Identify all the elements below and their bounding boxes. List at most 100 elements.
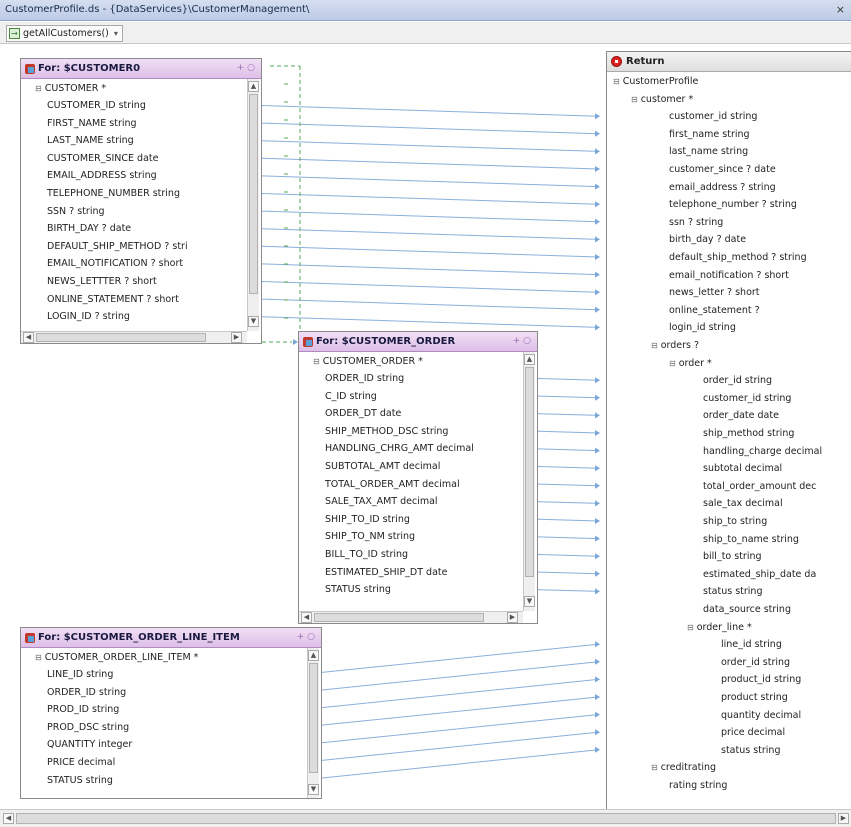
- collapse-icon[interactable]: + ○: [513, 336, 531, 346]
- source-field-row[interactable]: EMAIL_ADDRESS string: [47, 167, 157, 184]
- collapse-toggle-icon[interactable]: ⊟: [651, 341, 658, 350]
- return-tree-row[interactable]: email_address ? string: [669, 179, 776, 196]
- return-tree-row[interactable]: ⊟ creditrating: [651, 759, 716, 776]
- return-tree-row[interactable]: ssn ? string: [669, 214, 723, 231]
- return-tree-row[interactable]: ⊟ order *: [669, 355, 712, 372]
- return-tree-row[interactable]: telephone_number ? string: [669, 196, 797, 213]
- return-tree-row[interactable]: customer_since ? date: [669, 161, 776, 178]
- source-field-row[interactable]: SALE_TAX_AMT decimal: [325, 493, 438, 510]
- vertical-scrollbar[interactable]: ▲ ▼: [247, 79, 259, 331]
- return-tree-row[interactable]: handling_charge decimal: [703, 443, 822, 460]
- source-field-row[interactable]: ORDER_ID string: [47, 684, 126, 701]
- source-field-row[interactable]: BIRTH_DAY ? date: [47, 220, 131, 237]
- scroll-down-icon[interactable]: ▼: [308, 784, 319, 795]
- source-field-row[interactable]: STATUS string: [47, 772, 113, 789]
- collapse-toggle-icon[interactable]: ⊟: [313, 357, 320, 366]
- return-tree-row[interactable]: price decimal: [721, 724, 785, 741]
- source-field-row[interactable]: PROD_ID string: [47, 701, 119, 718]
- return-tree-row[interactable]: status string: [721, 742, 780, 759]
- for-customer-header[interactable]: For: $CUSTOMER0 + ○: [21, 59, 261, 79]
- scroll-thumb[interactable]: [249, 94, 258, 294]
- scroll-down-icon[interactable]: ▼: [248, 316, 259, 327]
- scroll-left-icon[interactable]: ◀: [23, 332, 34, 343]
- scroll-down-icon[interactable]: ▼: [524, 596, 535, 607]
- return-tree-row[interactable]: birth_day ? date: [669, 231, 746, 248]
- scroll-thumb[interactable]: [525, 367, 534, 577]
- return-tree-row[interactable]: ship_method string: [703, 425, 794, 442]
- scroll-right-icon[interactable]: ▶: [231, 332, 242, 343]
- scroll-right-icon[interactable]: ▶: [507, 612, 518, 623]
- return-tree-row[interactable]: product string: [721, 689, 788, 706]
- return-tree-row[interactable]: news_letter ? short: [669, 284, 760, 301]
- return-tree-row[interactable]: default_ship_method ? string: [669, 249, 807, 266]
- tree-element-row[interactable]: ⊟ CUSTOMER_ORDER *: [313, 353, 423, 370]
- source-field-row[interactable]: STATUS string: [325, 581, 391, 598]
- close-icon[interactable]: ×: [836, 3, 845, 16]
- return-tree-row[interactable]: ⊟ order_line *: [687, 619, 752, 636]
- source-field-row[interactable]: HANDLING_CHRG_AMT decimal: [325, 440, 474, 457]
- collapse-icon[interactable]: + ○: [297, 632, 315, 642]
- source-field-row[interactable]: ONLINE_STATEMENT ? short: [47, 291, 179, 308]
- scroll-thumb[interactable]: [314, 613, 484, 622]
- source-field-row[interactable]: SHIP_TO_ID string: [325, 511, 410, 528]
- source-field-row[interactable]: EMAIL_NOTIFICATION ? short: [47, 255, 183, 272]
- source-field-row[interactable]: NEWS_LETTTER ? short: [47, 273, 157, 290]
- source-field-row[interactable]: LOGIN_ID ? string: [47, 308, 130, 325]
- source-field-row[interactable]: CUSTOMER_ID string: [47, 97, 146, 114]
- tree-element-row[interactable]: ⊟ CUSTOMER_ORDER_LINE_ITEM *: [35, 649, 198, 666]
- source-field-row[interactable]: C_ID string: [325, 388, 377, 405]
- return-tree-row[interactable]: subtotal decimal: [703, 460, 782, 477]
- return-tree-row[interactable]: data_source string: [703, 601, 791, 618]
- source-field-row[interactable]: SHIP_TO_NM string: [325, 528, 415, 545]
- collapse-toggle-icon[interactable]: ⊟: [631, 95, 638, 104]
- return-tree-row[interactable]: ⊟ orders ?: [651, 337, 699, 354]
- return-tree-row[interactable]: online_statement ?: [669, 302, 760, 319]
- for-line-item-header[interactable]: For: $CUSTOMER_ORDER_LINE_ITEM + ○: [21, 628, 321, 648]
- horizontal-scrollbar[interactable]: ◀ ▶: [21, 331, 247, 343]
- collapse-toggle-icon[interactable]: ⊟: [687, 623, 694, 632]
- scroll-thumb[interactable]: [36, 333, 206, 342]
- source-field-row[interactable]: PROD_DSC string: [47, 719, 129, 736]
- return-tree-row[interactable]: ⊟ CustomerProfile: [613, 73, 698, 90]
- return-tree-row[interactable]: rating string: [669, 777, 727, 794]
- scroll-left-icon[interactable]: ◀: [3, 813, 14, 824]
- return-tree-row[interactable]: customer_id string: [703, 390, 791, 407]
- return-header[interactable]: Return: [607, 52, 851, 72]
- source-field-row[interactable]: LAST_NAME string: [47, 132, 134, 149]
- for-customer-order-box[interactable]: For: $CUSTOMER_ORDER + ○ ⊟ CUSTOMER_ORDER…: [298, 331, 538, 624]
- source-field-row[interactable]: QUANTITY integer: [47, 736, 132, 753]
- source-field-row[interactable]: DEFAULT_SHIP_METHOD ? stri: [47, 238, 188, 255]
- scroll-up-icon[interactable]: ▲: [308, 650, 319, 661]
- return-tree-row[interactable]: login_id string: [669, 319, 736, 336]
- return-tree-row[interactable]: order_id string: [703, 372, 772, 389]
- return-tree-row[interactable]: line_id string: [721, 636, 782, 653]
- collapse-icon[interactable]: + ○: [237, 63, 255, 73]
- return-tree-row[interactable]: customer_id string: [669, 108, 757, 125]
- source-field-row[interactable]: ESTIMATED_SHIP_DT date: [325, 564, 447, 581]
- return-tree-row[interactable]: last_name string: [669, 143, 748, 160]
- source-field-row[interactable]: ORDER_ID string: [325, 370, 404, 387]
- return-tree-row[interactable]: order_id string: [721, 654, 790, 671]
- for-customer-order-header[interactable]: For: $CUSTOMER_ORDER + ○: [299, 332, 537, 352]
- for-line-item-box[interactable]: For: $CUSTOMER_ORDER_LINE_ITEM + ○ ⊟ CUST…: [20, 627, 322, 799]
- scroll-thumb[interactable]: [16, 813, 836, 824]
- source-field-row[interactable]: ORDER_DT date: [325, 405, 401, 422]
- return-tree-row[interactable]: bill_to string: [703, 548, 762, 565]
- source-field-row[interactable]: BILL_TO_ID string: [325, 546, 408, 563]
- source-field-row[interactable]: FIRST_NAME string: [47, 115, 137, 132]
- return-tree-row[interactable]: ⊟ customer *: [631, 91, 693, 108]
- return-tree-row[interactable]: first_name string: [669, 126, 750, 143]
- return-tree-row[interactable]: quantity decimal: [721, 707, 801, 724]
- source-field-row[interactable]: SHIP_METHOD_DSC string: [325, 423, 448, 440]
- scroll-left-icon[interactable]: ◀: [301, 612, 312, 623]
- return-tree-row[interactable]: estimated_ship_date da: [703, 566, 816, 583]
- function-selector[interactable]: → getAllCustomers() ▾: [6, 25, 123, 42]
- collapse-toggle-icon[interactable]: ⊟: [669, 359, 676, 368]
- return-tree-row[interactable]: ship_to_name string: [703, 531, 799, 548]
- return-box[interactable]: Return ⊟ CustomerProfile ⊟ customer * custom…: [606, 51, 851, 809]
- scroll-thumb[interactable]: [309, 663, 318, 773]
- scroll-up-icon[interactable]: ▲: [524, 354, 535, 365]
- horizontal-scrollbar[interactable]: ◀ ▶: [299, 611, 523, 623]
- source-field-row[interactable]: LINE_ID string: [47, 666, 113, 683]
- collapse-toggle-icon[interactable]: ⊟: [35, 653, 42, 662]
